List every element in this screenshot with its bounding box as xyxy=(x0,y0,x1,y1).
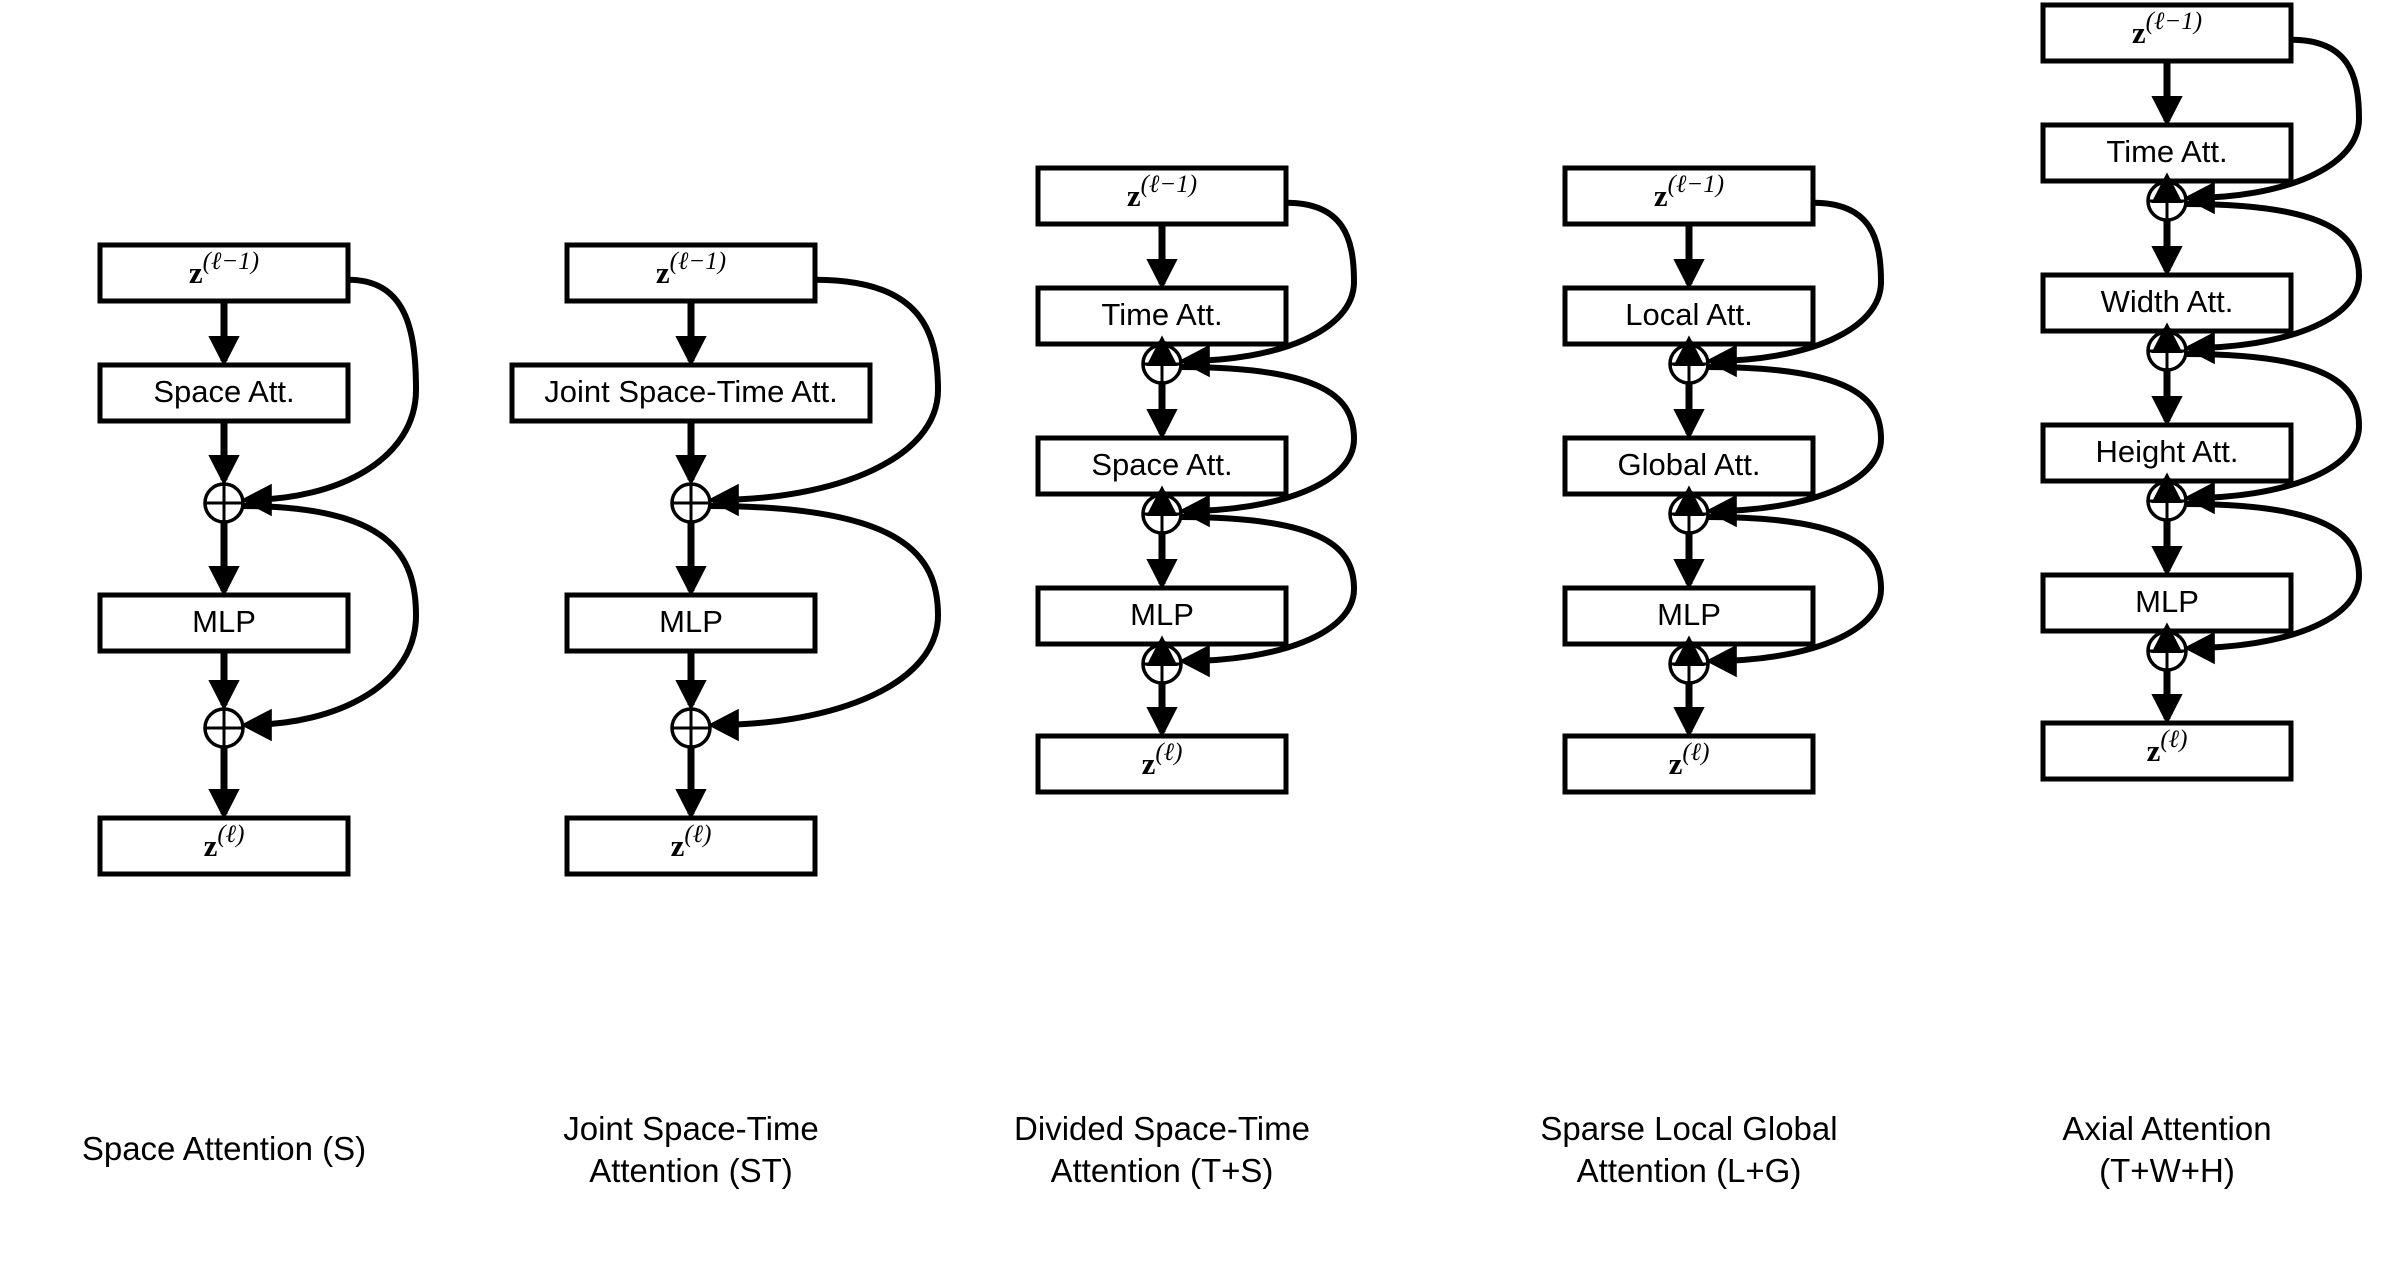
box-axial-attention-2-label: Height Att. xyxy=(2095,434,2238,469)
box-space-attention-0-label: Space Att. xyxy=(153,374,294,409)
column-space-attention: z(ℓ−1)Space Att.MLPz(ℓ) xyxy=(97,242,420,877)
box-axial-attention-0-label: Time Att. xyxy=(2106,134,2227,169)
box-divided-space-time-attention-2-label: MLP xyxy=(1130,597,1194,632)
column-joint-space-time-attention: z(ℓ−1)Joint Space-Time Att.MLPz(ℓ) xyxy=(509,242,942,877)
box-joint-space-time-attention-0-label: Joint Space-Time Att. xyxy=(544,374,837,409)
column-axial-attention: z(ℓ−1)Time Att.Width Att.Height Att.MLPz… xyxy=(2040,2,2363,782)
caption-axial-attention: Axial Attention (T+W+H) xyxy=(2062,1110,2272,1189)
box-axial-attention-1-label: Width Att. xyxy=(2101,284,2234,319)
figure-canvas: z(ℓ−1) Space Att. MLP z(ℓ) z(ℓ−1) Joint Space… xyxy=(0,0,2407,1264)
box-axial-attention-3-label: MLP xyxy=(2135,584,2199,619)
column-sparse-local-global-attention: z(ℓ−1)Local Att.Global Att.MLPz(ℓ) xyxy=(1562,165,1885,795)
box-divided-space-time-attention-1-label: Space Att. xyxy=(1091,447,1232,482)
box-sparse-local-global-attention-1-label: Global Att. xyxy=(1617,447,1760,482)
column-divided-space-time-attention: z(ℓ−1)Time Att.Space Att.MLPz(ℓ) xyxy=(1035,165,1358,795)
box-divided-space-time-attention-0-label: Time Att. xyxy=(1101,297,1222,332)
box-sparse-local-global-attention-0-label: Local Att. xyxy=(1625,297,1753,332)
diagram-layer: z(ℓ−1)Space Att.MLPz(ℓ)z(ℓ−1)Joint Space… xyxy=(97,2,2363,877)
caption-sparse-local-global-attention: Sparse Local Global Attention (L+G) xyxy=(1540,1110,1838,1189)
caption-divided-space-time-attention: Divided Space-Time Attention (T+S) xyxy=(1014,1110,1310,1189)
caption-space-attention: Space Attention (S) xyxy=(81,1130,367,1167)
attention-block-diagram: z(ℓ−1)Space Att.MLPz(ℓ)z(ℓ−1)Joint Space… xyxy=(97,2,2363,877)
box-sparse-local-global-attention-2-label: MLP xyxy=(1657,597,1721,632)
caption-joint-space-time-attention: Joint Space-Time Attention (ST) xyxy=(563,1110,819,1189)
box-joint-space-time-attention-1-label: MLP xyxy=(659,604,723,639)
box-space-attention-1-label: MLP xyxy=(192,604,256,639)
